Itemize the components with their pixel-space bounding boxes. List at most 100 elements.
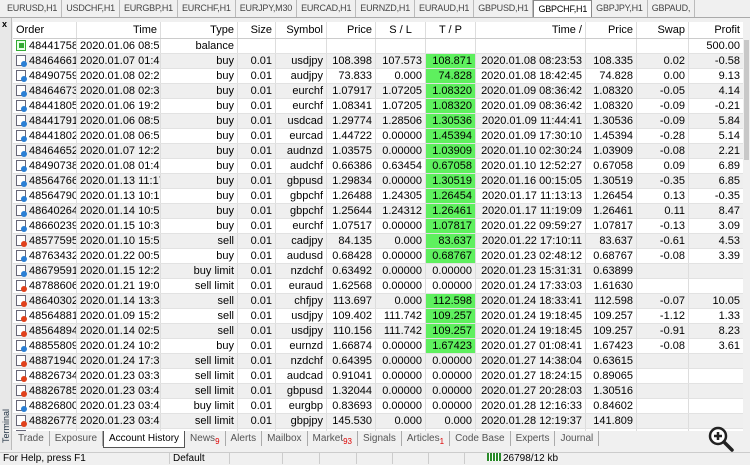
column-header[interactable]: Price (327, 22, 376, 38)
chart-tab[interactable]: EURCAD,H1 (297, 0, 357, 17)
table-row[interactable]: 4864026422020.01.14 10:52:43buy0.01gbpch… (13, 204, 743, 219)
table-row[interactable]: 4844179192020.01.06 08:55:08buy0.01usdca… (13, 114, 743, 129)
chart-tab[interactable]: USDCHF,H1 (62, 0, 120, 17)
column-header[interactable]: Swap (637, 22, 689, 38)
chart-tabs: EURUSD,H1 USDCHF,H1 EURGBP,H1 EURCHF,H1 EURJ… (0, 0, 750, 18)
chart-tab[interactable]: EURUSD,H1 (3, 0, 63, 17)
cell-price: 0.68428 (327, 249, 376, 263)
cell-tp: 1.30536 (426, 114, 476, 128)
table-row[interactable]: 4846467322020.01.08 02:30:57buy0.01eurch… (13, 84, 743, 99)
table-row[interactable]: 4882677872020.01.23 03:41:50sell limit0.… (13, 414, 743, 429)
table-row[interactable]: 4882673482020.01.23 03:38:29sell limit0.… (13, 369, 743, 384)
table-row[interactable]: 4887194092020.01.24 17:35:22sell limit0.… (13, 354, 743, 369)
tab-badge: 1 (439, 437, 445, 446)
column-header[interactable]: Order (13, 22, 77, 38)
chart-tab[interactable]: EURNZD,H1 (356, 0, 416, 17)
table-row[interactable]: 4882678522020.01.23 03:42:30sell limit0.… (13, 384, 743, 399)
tab-trade[interactable]: Trade (13, 431, 50, 446)
cell-order: 485648819 (13, 309, 77, 323)
table-row[interactable]: 4844175832020.01.06 08:51:53balance 500.0… (13, 39, 743, 54)
cell-close-time: 2020.01.09 08:36:42 (476, 84, 586, 98)
zoom-in-icon[interactable] (707, 425, 735, 453)
table-row[interactable]: 4844180502020.01.06 19:21:18buy0.01eurch… (13, 99, 743, 114)
tab-market[interactable]: Market93 (308, 431, 359, 446)
table-row[interactable]: 4856489432020.01.14 02:55:27sell0.01usdj… (13, 324, 743, 339)
table-row[interactable]: 4846465292020.01.07 12:25:39buy0.01audnz… (13, 144, 743, 159)
table-row[interactable]: 4856488192020.01.09 15:21:16sell0.01usdj… (13, 309, 743, 324)
scrollbar-thumb[interactable] (744, 40, 749, 160)
vertical-scrollbar[interactable] (743, 22, 750, 431)
tab-mailbox[interactable]: Mailbox (262, 431, 308, 446)
table-row[interactable]: 4844180222020.01.08 06:53:59buy0.01eurca… (13, 129, 743, 144)
cell-close-price: 1.03909 (586, 144, 637, 158)
chart-tab[interactable]: GBPCHF,H1 (533, 0, 593, 17)
status-panel (320, 453, 357, 464)
column-header[interactable]: S / L (376, 22, 426, 38)
table-row[interactable]: 4856479052020.01.13 10:15:10buy0.01gbpch… (13, 189, 743, 204)
cell-type: buy (161, 339, 238, 353)
column-header[interactable]: Size (238, 22, 276, 38)
tab-journal[interactable]: Journal (555, 431, 600, 446)
tab-account-history[interactable]: Account History (103, 431, 186, 448)
sell-order-icon (16, 310, 27, 322)
cell-tp: 1.08320 (426, 84, 476, 98)
cell-type: sell (161, 234, 238, 248)
order-id: 484646732 (29, 85, 76, 97)
column-header[interactable]: T / P (426, 22, 476, 38)
cell-profit: 6.85 (718, 175, 740, 187)
cell-price: 108.398 (327, 54, 376, 68)
chart-tab[interactable]: EURCHF,H1 (178, 0, 236, 17)
column-header[interactable]: Symbol (276, 22, 327, 38)
chart-tab[interactable]: GBPUSD,H1 (474, 0, 534, 17)
table-row[interactable]: 4856476692020.01.13 11:17:12buy0.01gbpus… (13, 174, 743, 189)
cell-close-price: 141.809 (586, 414, 637, 428)
cell-time: 2020.01.08 02:26:12 (77, 69, 161, 83)
table-row[interactable]: 4867959152020.01.15 12:27:44buy limit0.0… (13, 264, 743, 279)
buy-order-icon (16, 85, 27, 97)
table-row[interactable]: 4866023952020.01.15 10:39:28buy0.01eurch… (13, 219, 743, 234)
cell-close-price: 1.30516 (586, 384, 637, 398)
tab-exposure[interactable]: Exposure (50, 431, 104, 446)
buy-order-icon (16, 400, 27, 412)
table-row[interactable]: 4885580912020.01.24 10:21:31buy0.01eurnz… (13, 339, 743, 354)
cell-swap (637, 369, 689, 383)
column-header[interactable]: Profit (689, 22, 743, 38)
cell-price: 84.135 (327, 234, 376, 248)
table-row[interactable]: 4864030232020.01.14 13:34:39sell0.01chfj… (13, 294, 743, 309)
table-row[interactable]: 4876343202020.01.22 00:59:14buy0.01audus… (13, 249, 743, 264)
tab-code-base[interactable]: Code Base (450, 431, 511, 446)
column-header[interactable]: Type (161, 22, 238, 38)
close-icon[interactable]: x (2, 19, 7, 29)
column-header[interactable]: Time (77, 22, 161, 38)
chart-tab[interactable]: GBPAUD, (648, 0, 696, 17)
table-row[interactable]: 4849075922020.01.08 02:26:12buy0.01audjp… (13, 69, 743, 84)
column-header[interactable]: Time / (476, 22, 586, 38)
chart-tab[interactable]: GBPJPY,H1 (592, 0, 648, 17)
chart-tab[interactable]: EURJPY,M30 (236, 0, 298, 17)
tab-experts[interactable]: Experts (511, 431, 556, 446)
table-row[interactable]: 4846466162020.01.07 01:49:35buy0.01usdjp… (13, 54, 743, 69)
cell-close-time: 2020.01.09 17:30:10 (476, 129, 586, 143)
tab-label: Mailbox (267, 433, 302, 444)
cell-symbol: eurchf (276, 99, 327, 113)
cell-swap: -0.08 (637, 249, 689, 263)
table-row[interactable]: 4857759572020.01.10 15:52:16sell0.01cadj… (13, 234, 743, 249)
cell-tp: 1.30519 (426, 174, 476, 188)
tab-signals[interactable]: Signals (358, 431, 402, 446)
tab-alerts[interactable]: Alerts (226, 431, 263, 446)
chart-tab[interactable]: EURGBP,H1 (120, 0, 178, 17)
sell-order-icon (16, 325, 27, 337)
cell-swap (637, 354, 689, 368)
tab-articles[interactable]: Articles1 (402, 431, 451, 446)
order-id: 486403023 (29, 295, 76, 307)
table-row[interactable]: 4849073852020.01.08 01:42:21buy0.01audch… (13, 159, 743, 174)
buy-order-icon (16, 340, 27, 352)
tab-news[interactable]: News9 (185, 431, 226, 446)
column-header[interactable]: Price (586, 22, 637, 38)
table-row[interactable]: 4878860602020.01.21 19:08:20sell limit0.… (13, 279, 743, 294)
table-row[interactable]: 4882680002020.01.23 03:44:06buy limit0.0… (13, 399, 743, 414)
cell-type: sell limit (161, 369, 238, 383)
cell-tp: 0.00000 (426, 264, 476, 278)
cell-time: 2020.01.08 01:42:21 (77, 159, 161, 173)
chart-tab[interactable]: EURAUD,H1 (415, 0, 475, 17)
